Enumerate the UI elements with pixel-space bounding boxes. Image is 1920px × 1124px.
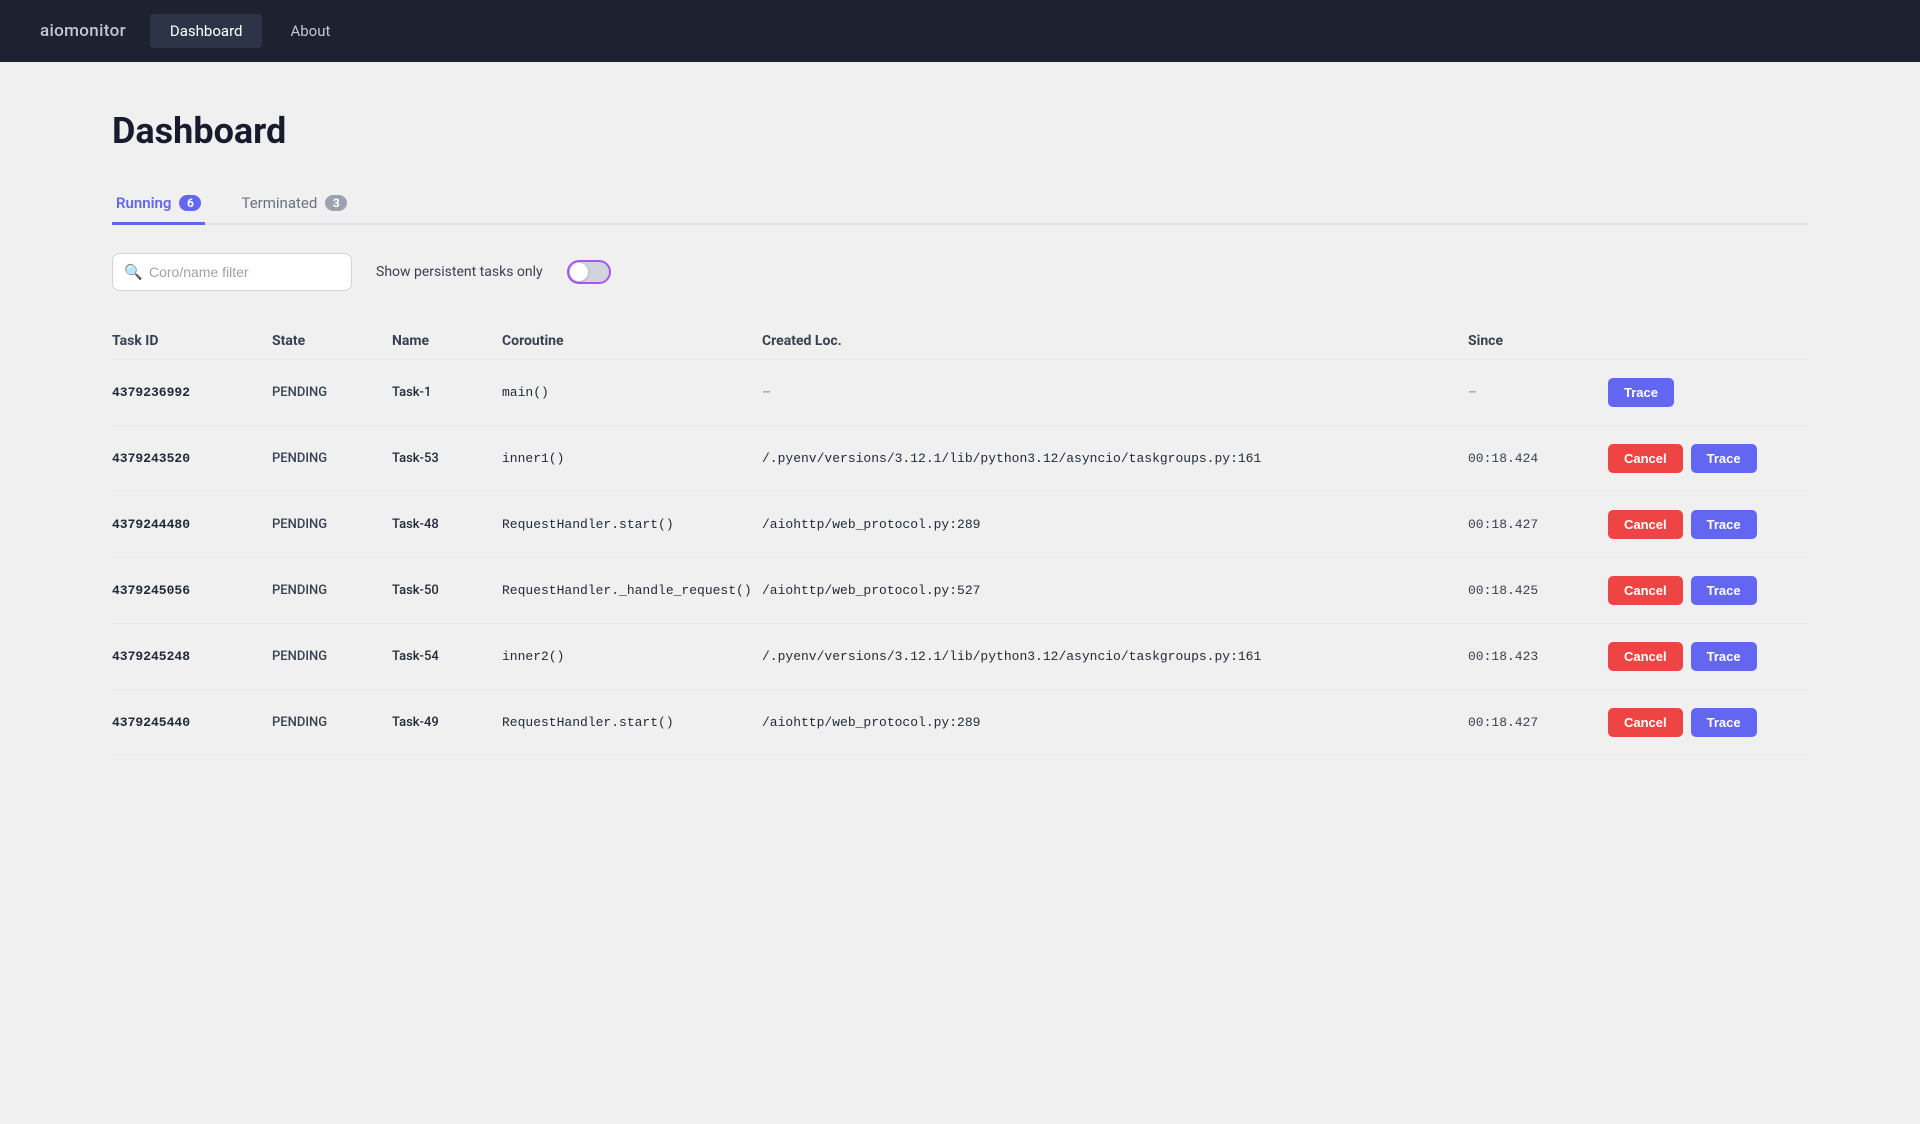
col-task-id: Task ID (112, 333, 272, 349)
col-state: State (272, 333, 392, 349)
trace-button[interactable]: Trace (1691, 642, 1757, 671)
cell-task-id: 4379245440 (112, 715, 272, 730)
table-row: 4379236992 PENDING Task-1 main() – – Tra… (112, 360, 1808, 426)
tab-running[interactable]: Running 6 (112, 184, 205, 225)
cell-coroutine: RequestHandler.start() (502, 715, 762, 730)
table-row: 4379245440 PENDING Task-49 RequestHandle… (112, 690, 1808, 756)
cell-task-id: 4379245056 (112, 583, 272, 598)
trace-button[interactable]: Trace (1691, 444, 1757, 473)
table-row: 4379245248 PENDING Task-54 inner2() /.py… (112, 624, 1808, 690)
tab-terminated-label: Terminated (241, 194, 317, 212)
trace-button[interactable]: Trace (1691, 576, 1757, 605)
task-table: Task ID State Name Coroutine Created Loc… (112, 323, 1808, 756)
cell-coroutine: RequestHandler.start() (502, 517, 762, 532)
cancel-button[interactable]: Cancel (1608, 576, 1683, 605)
cell-name: Task-50 (392, 583, 502, 598)
nav-about[interactable]: About (270, 14, 350, 48)
cell-created-loc: /aiohttp/web_protocol.py:289 (762, 517, 1468, 532)
col-created-loc: Created Loc. (762, 333, 1468, 349)
trace-button[interactable]: Trace (1691, 708, 1757, 737)
cell-name: Task-48 (392, 517, 502, 532)
cell-created-loc: /aiohttp/web_protocol.py:527 (762, 583, 1468, 598)
cell-since: 00:18.427 (1468, 517, 1608, 532)
table-row: 4379244480 PENDING Task-48 RequestHandle… (112, 492, 1808, 558)
cell-actions: Cancel Trace (1608, 576, 1808, 605)
cell-actions: Cancel Trace (1608, 510, 1808, 539)
cell-created-loc: /aiohttp/web_protocol.py:289 (762, 715, 1468, 730)
search-wrapper: 🔍 (112, 253, 352, 291)
filter-row: 🔍 Show persistent tasks only (112, 253, 1808, 291)
cell-state: PENDING (272, 715, 392, 730)
cell-since-dash: – (1468, 385, 1608, 401)
nav-dashboard[interactable]: Dashboard (150, 14, 263, 48)
col-coroutine: Coroutine (502, 333, 762, 349)
cell-coroutine: main() (502, 385, 762, 400)
cancel-button[interactable]: Cancel (1608, 708, 1683, 737)
cell-state: PENDING (272, 517, 392, 532)
cell-name: Task-49 (392, 715, 502, 730)
cell-actions: Cancel Trace (1608, 642, 1808, 671)
cell-created-loc: /.pyenv/versions/3.12.1/lib/python3.12/a… (762, 649, 1468, 664)
brand: aiomonitor (40, 21, 126, 41)
cell-created-dash: – (762, 385, 1468, 401)
table-row: 4379245056 PENDING Task-50 RequestHandle… (112, 558, 1808, 624)
cell-actions: Trace (1608, 378, 1808, 407)
cell-name: Task-53 (392, 451, 502, 466)
cancel-button[interactable]: Cancel (1608, 510, 1683, 539)
search-input[interactable] (112, 253, 352, 291)
cell-name: Task-1 (392, 385, 502, 400)
trace-button[interactable]: Trace (1691, 510, 1757, 539)
cell-task-id: 4379243520 (112, 451, 272, 466)
cell-since: 00:18.425 (1468, 583, 1608, 598)
toggle-knob (570, 263, 588, 281)
cancel-button[interactable]: Cancel (1608, 444, 1683, 473)
cell-state: PENDING (272, 385, 392, 400)
search-icon: 🔍 (124, 263, 143, 281)
cell-task-id: 4379245248 (112, 649, 272, 664)
cell-since: 00:18.424 (1468, 451, 1608, 466)
page-title: Dashboard (112, 110, 1808, 152)
col-actions (1608, 333, 1808, 349)
table-row: 4379243520 PENDING Task-53 inner1() /.py… (112, 426, 1808, 492)
cell-coroutine: inner1() (502, 451, 762, 466)
cell-since: 00:18.427 (1468, 715, 1608, 730)
cell-state: PENDING (272, 451, 392, 466)
cancel-button[interactable]: Cancel (1608, 642, 1683, 671)
persistent-toggle[interactable] (567, 260, 611, 284)
main-content: Dashboard Running 6 Terminated 3 🔍 Show … (0, 62, 1920, 804)
cell-coroutine: RequestHandler._handle_request() (502, 583, 762, 598)
cell-coroutine: inner2() (502, 649, 762, 664)
navbar: aiomonitor Dashboard About (0, 0, 1920, 62)
cell-state: PENDING (272, 649, 392, 664)
col-name: Name (392, 333, 502, 349)
cell-created-loc: /.pyenv/versions/3.12.1/lib/python3.12/a… (762, 451, 1468, 466)
tab-running-label: Running (116, 194, 171, 212)
tab-terminated-badge: 3 (325, 195, 347, 211)
table-header: Task ID State Name Coroutine Created Loc… (112, 323, 1808, 360)
cell-state: PENDING (272, 583, 392, 598)
table-body: 4379236992 PENDING Task-1 main() – – Tra… (112, 360, 1808, 756)
cell-since: 00:18.423 (1468, 649, 1608, 664)
trace-button[interactable]: Trace (1608, 378, 1674, 407)
cell-task-id: 4379236992 (112, 385, 272, 400)
tabs: Running 6 Terminated 3 (112, 184, 1808, 225)
persistent-filter-label: Show persistent tasks only (376, 264, 543, 280)
cell-name: Task-54 (392, 649, 502, 664)
tab-terminated[interactable]: Terminated 3 (237, 184, 351, 225)
tab-running-badge: 6 (179, 195, 201, 211)
cell-actions: Cancel Trace (1608, 708, 1808, 737)
cell-task-id: 4379244480 (112, 517, 272, 532)
cell-actions: Cancel Trace (1608, 444, 1808, 473)
col-since: Since (1468, 333, 1608, 349)
